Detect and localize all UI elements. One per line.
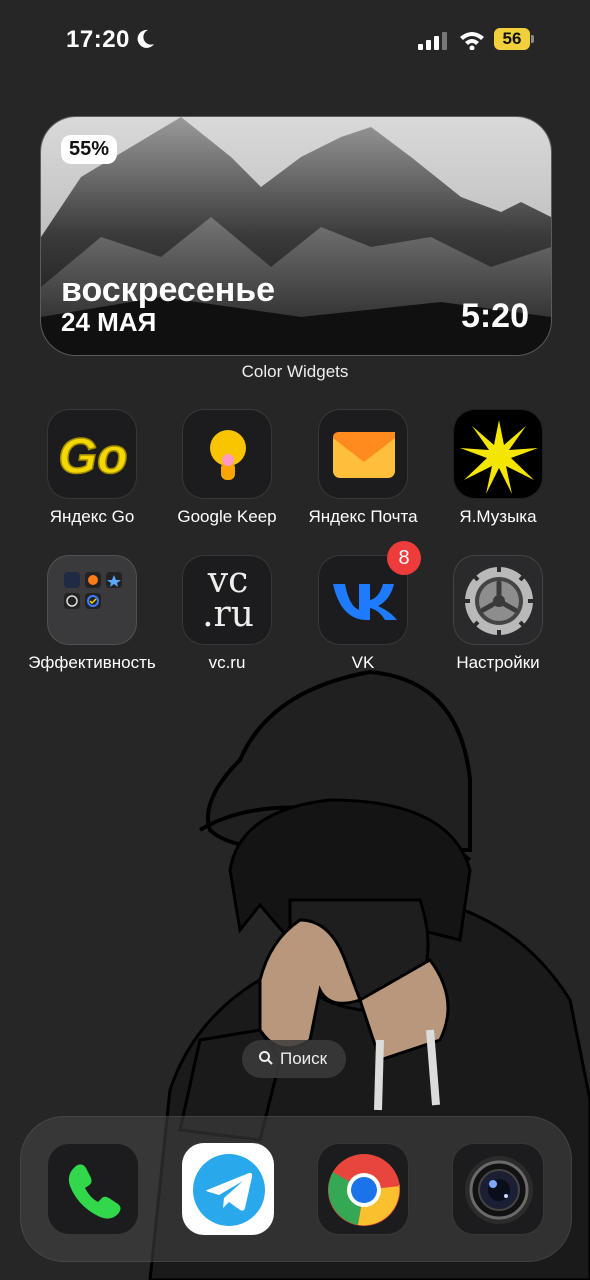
chrome-icon xyxy=(328,1154,400,1226)
google-keep-icon xyxy=(182,409,272,499)
search-icon xyxy=(259,1051,273,1065)
cellular-signal-icon xyxy=(418,32,447,50)
widget-weekday: воскресенье xyxy=(61,271,276,309)
yandex-go-icon-text: Go xyxy=(58,428,127,484)
app-google-keep[interactable]: Google Keep xyxy=(162,409,292,527)
battery-icon: 56 xyxy=(494,28,534,50)
dock xyxy=(20,1116,572,1262)
battery-level: 56 xyxy=(502,29,522,48)
phone-icon xyxy=(68,1164,121,1219)
color-widget[interactable]: 55% воскресенье 24 МАЯ 5:20 xyxy=(40,116,552,356)
moon-icon xyxy=(137,29,154,48)
telegram-app[interactable] xyxy=(182,1143,274,1235)
vcru-icon: vc .ru xyxy=(182,555,272,645)
app-settings[interactable]: Настройки xyxy=(433,555,563,673)
telegram-icon xyxy=(193,1154,265,1226)
app-yandex-mail[interactable]: Яндекс Почта xyxy=(298,409,428,527)
widget-clock: 5:20 xyxy=(460,297,529,335)
app-label: VK xyxy=(351,653,375,672)
yandex-mail-icon xyxy=(318,409,408,499)
app-label: vc.ru xyxy=(208,653,246,672)
widget-battery-percent: 55% xyxy=(61,135,118,164)
app-yandex-music[interactable]: Я.Музыка xyxy=(433,409,563,527)
spotlight-search-button[interactable]: Поиск xyxy=(242,1040,346,1078)
app-yandex-go[interactable]: Go Яндекс Go xyxy=(27,409,157,527)
app-label: Я.Музыка xyxy=(459,507,537,526)
camera-app[interactable] xyxy=(452,1143,544,1235)
app-vk[interactable]: 8 VK xyxy=(298,541,428,673)
vcru-icon-text-top: vc xyxy=(207,560,249,601)
app-vcru[interactable]: vc .ru vc.ru xyxy=(162,555,292,673)
yandex-music-icon xyxy=(453,409,543,499)
app-label: Эффективность xyxy=(28,653,156,672)
phone-app[interactable] xyxy=(47,1143,139,1235)
app-label: Google Keep xyxy=(177,507,277,526)
app-label: Настройки xyxy=(456,653,540,672)
camera-icon xyxy=(465,1156,533,1224)
chrome-app[interactable] xyxy=(317,1143,409,1235)
yandex-go-icon: Go xyxy=(47,409,137,499)
widget-date: 24 МАЯ xyxy=(61,307,157,337)
settings-gear-icon xyxy=(453,555,543,645)
wifi-icon xyxy=(460,32,484,50)
search-label: Поиск xyxy=(280,1049,328,1068)
app-label: Яндекс Go xyxy=(49,507,135,526)
app-label: Яндекс Почта xyxy=(308,507,418,526)
widget-caption: Color Widgets xyxy=(241,362,349,381)
folder-icon xyxy=(47,555,137,645)
app-folder-effectiveness[interactable]: Эффективность xyxy=(27,555,157,673)
notification-badge: 8 xyxy=(387,541,421,575)
status-bar: 17:20 56 xyxy=(0,0,590,80)
vcru-icon-text-bottom: .ru xyxy=(202,594,254,635)
status-time: 17:20 xyxy=(66,26,130,53)
